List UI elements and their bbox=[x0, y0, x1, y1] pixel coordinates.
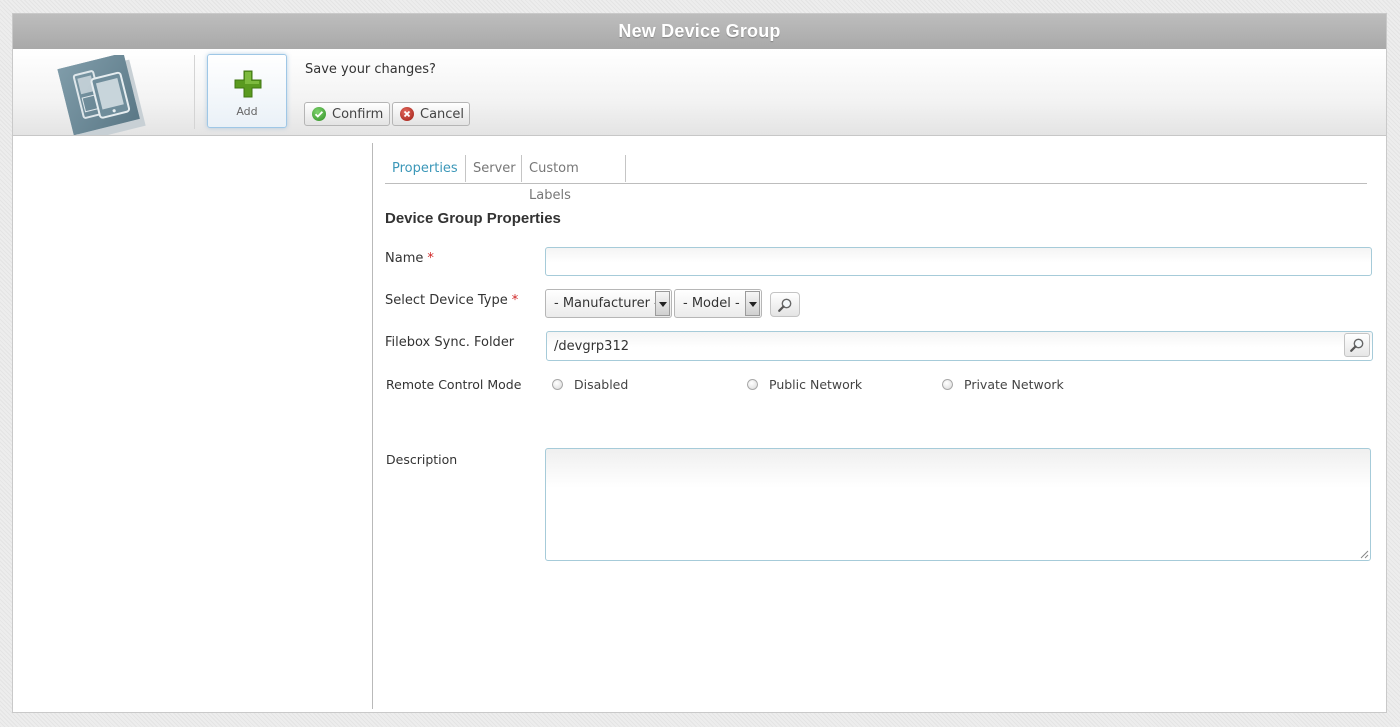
device-type-search-button[interactable] bbox=[770, 292, 800, 317]
radio-button[interactable] bbox=[942, 379, 953, 390]
filebox-label: Filebox Sync. Folder bbox=[385, 335, 515, 350]
check-circle-icon bbox=[312, 107, 326, 121]
chevron-down-icon bbox=[655, 291, 670, 316]
pane-divider bbox=[372, 143, 373, 709]
manufacturer-select[interactable]: - Manufacturer - bbox=[545, 289, 672, 318]
magnifier-icon bbox=[778, 298, 792, 312]
filebox-search-button[interactable] bbox=[1344, 333, 1370, 357]
toolbar: Add Save your changes? Confirm Cancel bbox=[13, 49, 1386, 136]
left-pane bbox=[13, 136, 372, 712]
radio-public-network-label: Public Network bbox=[769, 377, 863, 392]
device-group-window: New Device Group Add Save your changes? … bbox=[12, 13, 1387, 713]
remote-control-label: Remote Control Mode bbox=[386, 377, 522, 392]
manufacturer-select-value: - Manufacturer - bbox=[554, 296, 659, 311]
resize-grip-icon[interactable] bbox=[1359, 549, 1369, 559]
description-textarea[interactable] bbox=[545, 448, 1371, 561]
model-select-value: - Model - bbox=[683, 296, 740, 311]
radio-private-network[interactable]: Private Network bbox=[942, 377, 1064, 392]
save-prompt: Save your changes? bbox=[305, 62, 436, 77]
device-type-label-text: Select Device Type bbox=[385, 293, 508, 308]
radio-private-network-label: Private Network bbox=[964, 377, 1064, 392]
radio-disabled-label: Disabled bbox=[574, 377, 629, 392]
filebox-folder-input[interactable] bbox=[546, 331, 1373, 361]
tab-properties[interactable]: Properties bbox=[385, 155, 466, 182]
cancel-button[interactable]: Cancel bbox=[392, 102, 470, 126]
add-button[interactable]: Add bbox=[207, 54, 287, 128]
required-marker: * bbox=[511, 293, 519, 308]
name-label: Name * bbox=[385, 251, 434, 266]
radio-button[interactable] bbox=[552, 379, 563, 390]
name-input[interactable] bbox=[545, 247, 1372, 276]
cancel-button-label: Cancel bbox=[420, 106, 465, 122]
description-label: Description bbox=[386, 452, 458, 467]
chevron-down-icon bbox=[745, 291, 760, 316]
radio-button[interactable] bbox=[747, 379, 758, 390]
tab-server[interactable]: Server bbox=[466, 155, 522, 182]
confirm-button-label: Confirm bbox=[332, 106, 384, 122]
model-select[interactable]: - Model - bbox=[674, 289, 762, 318]
name-label-text: Name bbox=[385, 251, 424, 266]
add-button-label: Add bbox=[236, 105, 258, 118]
required-marker: * bbox=[427, 251, 434, 266]
magnifier-icon bbox=[1350, 338, 1364, 352]
toolbar-separator bbox=[194, 55, 195, 129]
confirm-button[interactable]: Confirm bbox=[304, 102, 390, 126]
tab-bar: Properties Server Custom Labels bbox=[385, 155, 1367, 203]
window-title: New Device Group bbox=[13, 14, 1386, 49]
device-group-icon bbox=[57, 55, 146, 135]
plus-icon bbox=[234, 70, 262, 98]
section-title: Device Group Properties bbox=[385, 210, 561, 227]
x-circle-icon bbox=[400, 107, 414, 121]
radio-public-network[interactable]: Public Network bbox=[747, 377, 862, 392]
tab-custom-labels[interactable]: Custom Labels bbox=[522, 155, 626, 203]
radio-disabled[interactable]: Disabled bbox=[552, 377, 628, 392]
device-type-label: Select Device Type * bbox=[385, 293, 518, 308]
